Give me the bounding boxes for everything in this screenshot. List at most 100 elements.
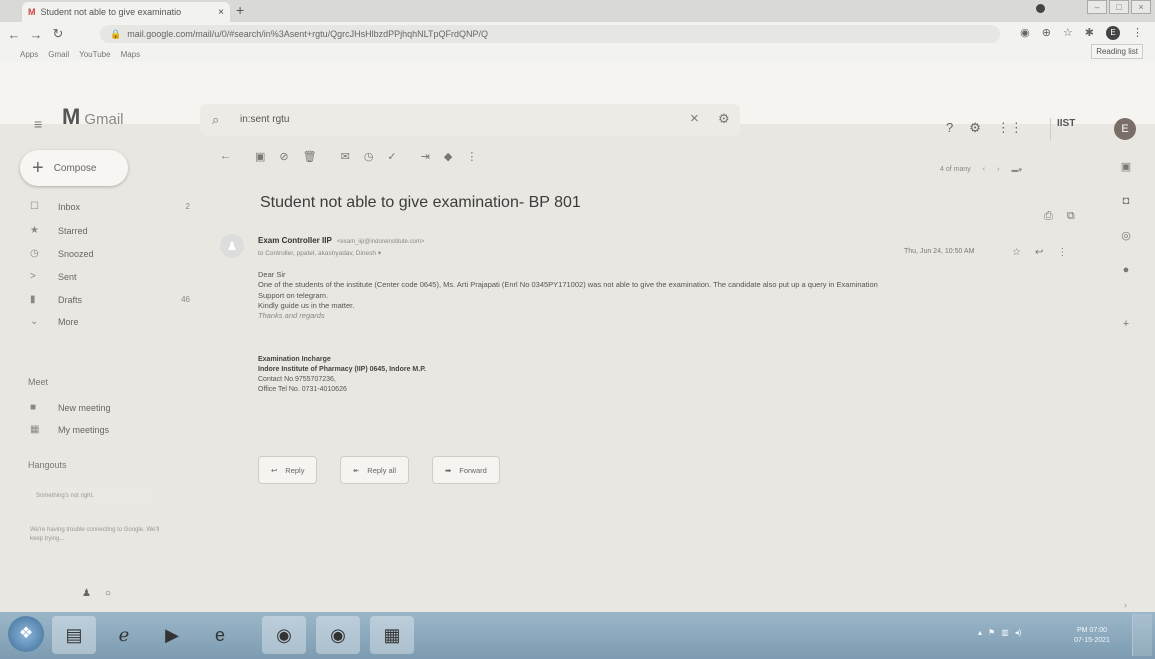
taskbar-clock[interactable]: PM 07:00 07-15-2021 <box>1068 626 1116 646</box>
edge-taskbar-icon[interactable]: e <box>198 616 242 654</box>
back-icon[interactable]: ← <box>6 27 22 42</box>
main-menu-icon[interactable]: ≡ <box>34 116 42 132</box>
sidebar-item-starred[interactable]: ★ Starred <box>30 225 190 236</box>
reply-all-label: Reply all <box>367 465 397 475</box>
new-tab-button[interactable]: + <box>236 2 244 18</box>
volume-icon[interactable]: ◂) <box>1015 628 1022 637</box>
bookmark-youtube[interactable]: YouTube <box>79 50 110 59</box>
tasks-app-icon[interactable]: ◎ <box>1121 229 1131 242</box>
document-taskbar-icon[interactable]: ▦ <box>370 616 414 654</box>
sender-email: <exam_iip@indoreinstitute.com> <box>336 239 425 245</box>
add-addon-icon[interactable]: + <box>1123 318 1129 330</box>
compose-button[interactable]: + Compose <box>20 150 128 186</box>
bookmarks-bar: Apps Gmail YouTube Maps Reading list <box>0 44 1155 62</box>
forward-button[interactable]: ➡ Forward <box>432 456 500 484</box>
account-avatar[interactable]: E <box>1114 118 1136 140</box>
sidebar-item-snoozed[interactable]: ◷ Snoozed <box>30 248 190 259</box>
message-icons: ☆ ↩ ⋮ <box>1012 247 1067 258</box>
my-meetings-item[interactable]: ▦ My meetings <box>30 424 190 435</box>
keep-app-icon[interactable]: ◘ <box>1123 195 1130 207</box>
back-to-list-icon[interactable]: ← <box>220 150 231 163</box>
recipients-dropdown-icon[interactable]: ▾ <box>378 250 381 257</box>
add-task-icon[interactable]: ✓ <box>387 150 396 163</box>
bookmark-gmail[interactable]: Gmail <box>48 50 69 59</box>
new-meeting-item[interactable]: ■ New meeting <box>30 402 190 413</box>
reply-icon[interactable]: ↩ <box>1035 247 1043 258</box>
tab-title: Student not able to give examinatio <box>40 7 182 17</box>
reply-all-button[interactable]: ↞ Reply all <box>340 456 410 484</box>
tab-close-icon[interactable]: × <box>218 7 224 18</box>
maximize-button[interactable]: □ <box>1109 0 1129 14</box>
search-bar[interactable]: ⌕ in:sent rgtu × ⚙ <box>200 104 740 136</box>
url-icons: ◉ ⊕ ☆ ✱ E ⋮ <box>1020 26 1143 40</box>
media-taskbar-icon[interactable]: ▶ <box>150 616 194 654</box>
sidebar-item-sent[interactable]: > Sent <box>30 271 190 282</box>
extensions-icon[interactable]: ✱ <box>1085 26 1094 40</box>
calendar-app-icon[interactable]: ▣ <box>1121 160 1131 173</box>
clear-search-icon[interactable]: × <box>690 110 699 127</box>
apps-grid-icon[interactable]: ⋮⋮ <box>997 120 1023 136</box>
delete-icon[interactable]: 🗑 <box>303 150 317 163</box>
sig-contact: Contact No.9755707236, <box>258 376 336 383</box>
chrome-taskbar-icon[interactable]: ◉ <box>262 616 306 654</box>
chevron-down-icon: ⌄ <box>30 316 39 327</box>
open-new-window-icon[interactable]: ⧉ <box>1067 210 1075 223</box>
archive-icon[interactable]: ▣ <box>255 150 265 163</box>
search-input[interactable]: in:sent rgtu <box>240 114 289 125</box>
chat-icon[interactable]: ○ <box>105 588 111 599</box>
prev-icon[interactable]: ‹ <box>983 166 985 174</box>
help-icon[interactable]: ? <box>946 120 953 136</box>
chrome-taskbar-icon-2[interactable]: ◉ <box>316 616 360 654</box>
more-icon[interactable]: ⋮ <box>466 150 477 163</box>
reply-button[interactable]: ↩ Reply <box>258 456 318 484</box>
address-bar[interactable]: 🔒 mail.google.com/mail/u/0/#search/in%3A… <box>100 25 1000 43</box>
start-button[interactable]: ❖ <box>8 616 44 652</box>
bookmark-apps[interactable]: Apps <box>20 50 38 59</box>
message-more-icon[interactable]: ⋮ <box>1057 247 1067 258</box>
bookmark-maps[interactable]: Maps <box>121 50 141 59</box>
hangouts-heading: Hangouts <box>28 460 67 470</box>
mark-unread-icon[interactable]: ✉ <box>341 150 350 163</box>
close-window-button[interactable]: × <box>1131 0 1151 14</box>
recipients[interactable]: to Controller, ppatel, akashyadav, Dines… <box>258 249 381 257</box>
sidebar-item-inbox[interactable]: ☐ Inbox 2 <box>30 201 190 212</box>
star-message-icon[interactable]: ☆ <box>1012 247 1021 258</box>
sidebar-item-more[interactable]: ⌄ More <box>30 316 190 327</box>
browser-menu-icon[interactable]: ⋮ <box>1132 26 1143 40</box>
search-options-icon[interactable]: ⚙ <box>718 111 730 127</box>
expand-panel-icon[interactable]: › <box>1124 600 1127 610</box>
input-tools-icon[interactable]: ▬▾ <box>1011 166 1022 174</box>
snooze-icon[interactable]: ◷ <box>364 150 374 163</box>
label-icon[interactable]: ◆ <box>444 150 452 163</box>
sidebar-item-label: Inbox <box>58 201 81 212</box>
forward-icon[interactable]: → <box>28 27 44 42</box>
zoom-icon[interactable]: ⊕ <box>1042 26 1051 40</box>
profile-avatar[interactable]: E <box>1106 26 1120 40</box>
next-icon[interactable]: › <box>997 166 999 174</box>
network-icon[interactable]: ▥ <box>1001 628 1009 637</box>
gmail-logo[interactable]: M Gmail <box>62 104 124 130</box>
tray-arrow-icon[interactable]: ▴ <box>978 628 982 637</box>
address-url: mail.google.com/mail/u/0/#search/in%3Ase… <box>127 29 488 39</box>
person-icon[interactable]: ♟ <box>82 588 91 599</box>
reading-list-button[interactable]: Reading list <box>1091 44 1143 59</box>
browser-tab[interactable]: M Student not able to give examinatio × <box>22 2 230 22</box>
explorer-taskbar-icon[interactable]: ▤ <box>52 616 96 654</box>
move-to-icon[interactable]: ⇥ <box>421 150 430 163</box>
settings-icon[interactable]: ⚙ <box>969 120 981 136</box>
contacts-app-icon[interactable]: ● <box>1123 264 1130 276</box>
clock-time: PM 07:00 <box>1077 627 1107 634</box>
location-icon[interactable]: ◉ <box>1020 26 1030 40</box>
minimize-button[interactable]: – <box>1087 0 1107 14</box>
flag-icon[interactable]: ⚑ <box>988 628 995 637</box>
reload-icon[interactable]: ↻ <box>50 26 66 42</box>
bookmark-star-icon[interactable]: ☆ <box>1063 26 1073 40</box>
print-icon[interactable]: ⎙ <box>1044 210 1053 223</box>
show-desktop-button[interactable] <box>1132 614 1152 656</box>
star-icon: ★ <box>30 225 39 236</box>
report-spam-icon[interactable]: ⊘ <box>279 150 288 163</box>
ie-taskbar-icon[interactable]: ℯ <box>102 616 146 654</box>
compose-label: Compose <box>53 162 97 174</box>
search-icon[interactable]: ⌕ <box>212 112 219 128</box>
sidebar-item-drafts[interactable]: ▮ Drafts 46 <box>30 294 190 305</box>
